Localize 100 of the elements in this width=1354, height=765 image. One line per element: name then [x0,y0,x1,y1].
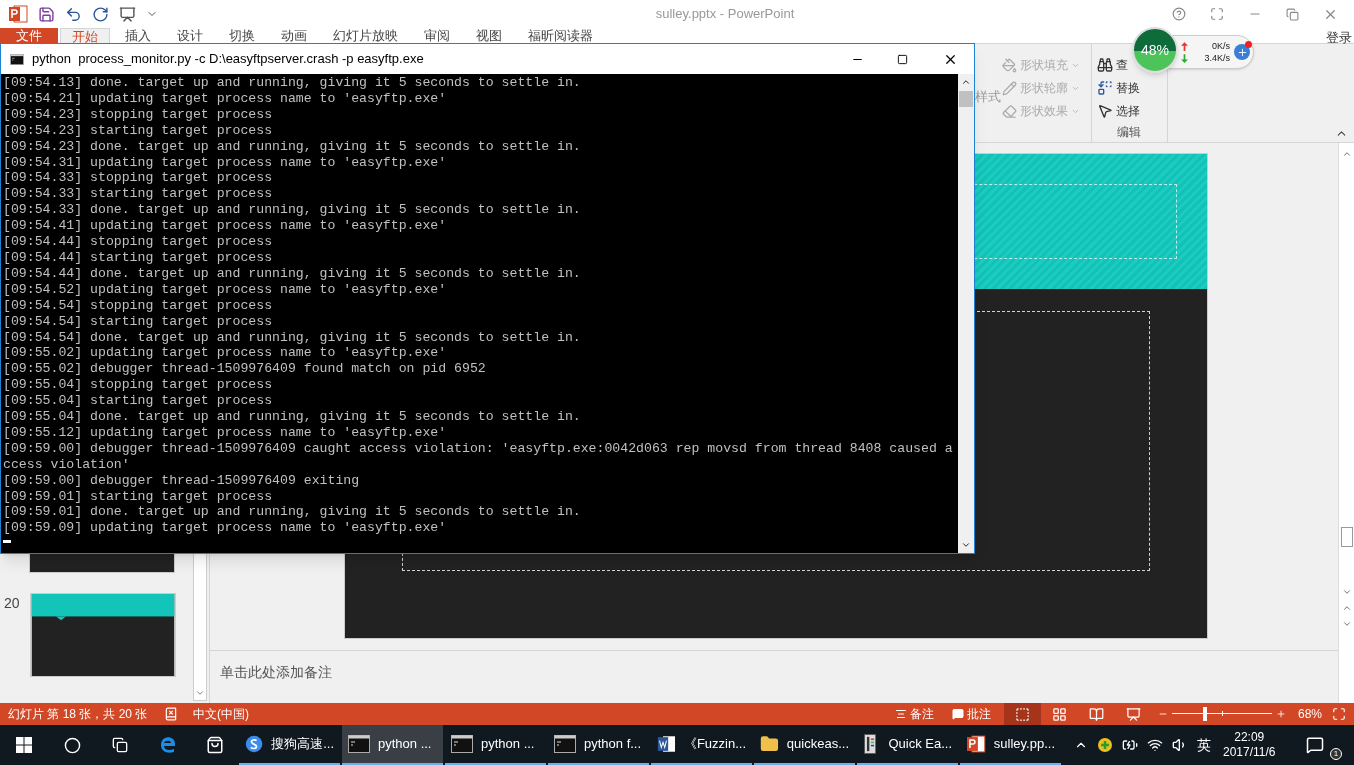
console-line: [09:54.23] stopping target process [3,106,274,123]
ribbon-tab[interactable]: 插入 [114,28,162,43]
ribbon-tab[interactable]: 切换 [218,28,266,43]
console-line: [09:54.52] updating target process name to 'easyftp.exe' [3,281,448,298]
ribbon-tab[interactable]: 视图 [465,28,513,43]
notes-button[interactable]: 备注 [889,705,939,723]
windows-start-icon[interactable] [16,737,32,753]
language-label[interactable]: 中文(中国) [193,705,249,723]
console-line: [09:54.21] updating target process name to 'easyftp.exe' [3,90,448,107]
console-line: [09:54.33] starting target process [3,186,274,203]
ribbon-tab[interactable]: 幻灯片放映 [322,28,409,43]
console-line: [09:54.31] updating target process name to 'easyftp.exe' [3,154,448,171]
previous-slide-icon[interactable] [1341,603,1352,613]
taskbar-app[interactable]: python ... [342,725,443,765]
replace-icon [1097,80,1113,96]
edit-command[interactable]: 查 [1097,55,1128,75]
scroll-down-icon[interactable] [1341,587,1352,597]
taskbar-app[interactable]: Quick Ea... [857,725,958,765]
ribbon-tab[interactable]: 动画 [270,28,318,43]
console-line: [09:59.01] starting target process [3,488,274,505]
s-logo-icon [245,733,264,755]
console-line: [09:54.41] updating target process name to 'easyftp.exe' [3,218,448,235]
console-line: [09:55.02] debugger thread-1509976409 found match on pid 6952 [3,361,487,378]
slide-thumbnail[interactable] [29,554,175,573]
sign-in-link[interactable]: 登录 [1326,28,1354,48]
ribbon-tab[interactable]: 设计 [166,28,214,43]
taskbar-app[interactable]: quickeas... [754,725,855,765]
comments-button[interactable]: 批注 [946,705,996,723]
console-line: [09:54.23] done. target up and running, giving it 5 seconds to settle in. [3,138,582,155]
ribbon-tab[interactable]: 福昕阅读器 [517,28,604,43]
taskbar-app[interactable]: python ... [445,725,546,765]
console-line: [09:59.01] done. target up and running, giving it 5 seconds to settle in. [3,504,582,521]
scrollbar-thumb[interactable] [1340,527,1353,547]
edit-command[interactable]: 替换 [1097,78,1140,98]
eraser-icon [1002,103,1017,119]
redo-icon[interactable] [92,5,109,23]
restore-icon[interactable] [1286,7,1299,21]
spelling-icon[interactable] [164,707,178,721]
file-tab[interactable]: 文件 [0,28,58,43]
slide-info: 幻灯片 第 18 张，共 20 张 [7,706,149,723]
zoom-slider[interactable] [1171,707,1272,721]
slider-thumb[interactable] [1202,707,1207,721]
clock[interactable]: 22:09 2017/11/6 [1211,725,1276,765]
presentation-icon [1125,706,1141,722]
console-line: [09:54.13] done. target up and running, giving it 5 seconds to settle in. [3,75,582,91]
input-method[interactable]: 英 [1197,734,1211,756]
presentation-icon[interactable] [119,5,136,23]
add-button[interactable] [1234,44,1250,60]
next-slide-icon[interactable] [1341,619,1352,629]
browser-e-icon[interactable] [158,735,178,755]
console-icon [554,735,576,753]
notification-icon[interactable] [1305,736,1324,754]
console-line: [09:54.33] done. target up and running, giving it 5 seconds to settle in. [3,202,582,219]
taskbar-app[interactable]: python f... [548,725,649,765]
zoom-in-icon[interactable] [1275,709,1286,719]
slide-thumbnail[interactable] [30,593,176,677]
fit-slide-icon[interactable] [1332,707,1346,721]
scrollbar-thumb[interactable] [959,91,973,107]
view-button[interactable] [1003,703,1041,725]
taskbar-app[interactable]: 搜狗高速... [239,725,340,765]
pointer-icon [1097,103,1113,119]
store-icon[interactable] [206,736,224,754]
console-line: [09:54.54] starting target process [3,313,274,330]
console-line: [09:54.33] stopping target process [3,170,274,187]
group-label: 编辑 [1116,124,1142,141]
taskbar-app[interactable]: 《Fuzzin... [651,725,752,765]
ribbon-tab[interactable]: 开始 [60,28,110,43]
save-icon[interactable] [38,5,55,23]
scroll-down-icon[interactable] [961,540,971,550]
console-line: [09:59.00] debugger thread-1509976409 exiting [3,472,361,489]
battery-icon[interactable] [1122,737,1138,753]
powerpoint-logo-icon [8,4,28,24]
tray-app-icon[interactable] [1097,737,1113,753]
ribbon-display-icon[interactable] [1210,7,1224,21]
console-line: [09:54.54] done. target up and running, giving it 5 seconds to settle in. [3,329,582,346]
console-line: [09:55.04] starting target process [3,393,274,410]
ribbon-tab[interactable]: 审阅 [413,28,461,43]
download-speed: 3.4K/s [1203,52,1230,64]
task-view-icon[interactable] [111,737,129,753]
console-line: [09:54.44] stopping target process [3,234,274,250]
edit-command[interactable]: 选择 [1097,101,1140,121]
scroll-up-icon[interactable] [961,77,971,87]
scroll-down-icon[interactable] [195,688,205,698]
taskbar-app[interactable]: sulley.pp... [960,725,1061,765]
console-icon [10,53,24,65]
notes-icon [894,708,907,720]
zoom-level[interactable]: 68% [1297,705,1322,723]
wifi-icon[interactable] [1147,737,1163,753]
powerpoint-icon [966,733,986,755]
slide-number: 20 [4,594,21,613]
help-icon[interactable] [1172,7,1186,21]
down-arrow-icon [1181,53,1188,63]
console-line: [09:54.44] done. target up and running, giving it 5 seconds to settle in. [3,265,582,282]
comment-icon [951,708,964,720]
maximize-icon[interactable] [897,53,908,65]
notes-placeholder[interactable]: 单击此处添加备注 [220,664,332,680]
console-line: [09:54.54] stopping target process [3,297,274,314]
scroll-up-icon[interactable] [1341,149,1352,159]
undo-icon[interactable] [65,5,82,23]
search-icon[interactable] [63,736,81,754]
